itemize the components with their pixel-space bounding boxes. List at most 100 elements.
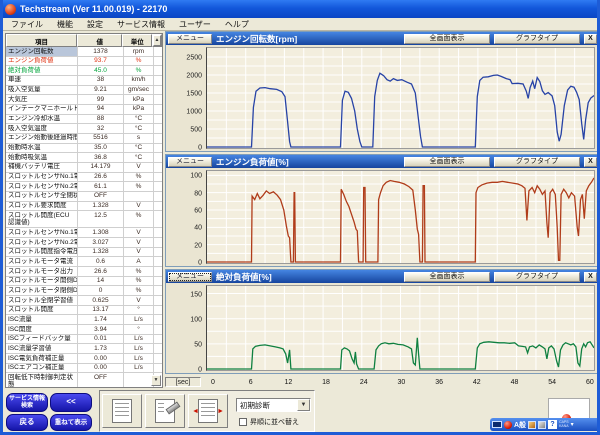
table-row[interactable]: エンジン負荷値93.7% bbox=[6, 57, 162, 67]
ime-minimize-icon[interactable]: ▾ bbox=[571, 421, 574, 428]
table-row[interactable]: スロットルセンサNo.2電圧3.027V bbox=[6, 238, 162, 248]
sort-ascending-checkbox[interactable] bbox=[239, 418, 247, 426]
window-title: Techstream (Ver 11.00.019) - 22170 bbox=[20, 4, 167, 14]
collapse-button[interactable]: << bbox=[50, 393, 92, 412]
row-value: 94 bbox=[78, 105, 124, 114]
row-label: 補機バッテリ電圧 bbox=[6, 163, 78, 172]
service-info-search-button[interactable]: サービス情報 検索 bbox=[6, 393, 48, 412]
list-view-button[interactable] bbox=[102, 394, 142, 428]
table-row[interactable]: エンジン始動後経過時間5516s bbox=[6, 134, 162, 144]
fullscreen-button[interactable]: 全画面表示 bbox=[404, 157, 490, 167]
table-row[interactable]: スロットルモータ閉側Duty比0% bbox=[6, 286, 162, 296]
menu-item-user[interactable]: ユーザー bbox=[179, 19, 211, 30]
row-label: スロットルセンサNo.1電圧 bbox=[6, 228, 78, 237]
row-label: スロットルモータ電流 bbox=[6, 257, 78, 266]
table-row[interactable]: スロットルセンサ全閉状態OFF bbox=[6, 192, 162, 202]
table-row[interactable]: スロットルセンサNo.2電圧比61.1% bbox=[6, 182, 162, 192]
dropdown-arrow-icon[interactable]: ▼ bbox=[297, 399, 310, 411]
table-row[interactable]: 吸入空気量9.21gm/sec bbox=[6, 86, 162, 96]
table-row[interactable]: ISC電気負荷補正量0.00L/s bbox=[6, 354, 162, 364]
chart-panel-load: メニュー エンジン負荷値[%] 全画面表示 グラフタイプ X 020406080… bbox=[165, 154, 600, 267]
table-row[interactable]: 車速38km/h bbox=[6, 76, 162, 86]
table-row[interactable]: スロットルモータ出力26.6% bbox=[6, 267, 162, 277]
record-save-button[interactable] bbox=[145, 394, 185, 428]
row-unit: km/h bbox=[124, 76, 154, 85]
title-bar[interactable]: Techstream (Ver 11.00.019) - 22170 bbox=[0, 0, 600, 18]
menu-item-service-info[interactable]: サービス情報 bbox=[117, 19, 165, 30]
table-row[interactable]: ISCエアコン補正量0.00L/s bbox=[6, 364, 162, 374]
table-row[interactable]: 回転低下時制御判定状態OFF bbox=[6, 373, 162, 387]
overlay-display-button[interactable]: 重ねて表示 bbox=[50, 414, 92, 431]
row-unit: V bbox=[124, 296, 154, 305]
graphtype-button[interactable]: グラフタイプ bbox=[494, 157, 580, 167]
row-value: 45.0 bbox=[78, 66, 124, 75]
plot-area-absload[interactable] bbox=[206, 285, 595, 371]
fullscreen-button[interactable]: 全画面表示 bbox=[404, 272, 490, 282]
graphtype-button[interactable]: グラフタイプ bbox=[494, 34, 580, 44]
table-row[interactable]: スロットル要求開度1.328V bbox=[6, 202, 162, 212]
table-row[interactable]: 絶対負荷値45.0% bbox=[6, 66, 162, 76]
table-row[interactable]: スロットルセンサNo.1電圧1.308V bbox=[6, 228, 162, 238]
chart-menu-button[interactable]: メニュー bbox=[168, 272, 212, 282]
menu-item-function[interactable]: 機能 bbox=[57, 19, 73, 30]
menu-item-settings[interactable]: 設定 bbox=[87, 19, 103, 30]
y-tick-label: 500 bbox=[190, 127, 202, 134]
table-row[interactable]: ISCフィードバック量0.01L/s bbox=[6, 335, 162, 345]
fullscreen-button[interactable]: 全画面表示 bbox=[404, 34, 490, 44]
chart-close-button[interactable]: X bbox=[584, 34, 597, 44]
back-button[interactable]: 戻る bbox=[6, 414, 48, 431]
row-unit: rpm bbox=[124, 47, 154, 56]
ime-ball-icon[interactable] bbox=[504, 421, 512, 429]
table-row[interactable]: ISC流量学習値1.73L/s bbox=[6, 344, 162, 354]
table-row[interactable]: エンジン冷却水温88°C bbox=[6, 115, 162, 125]
chart-menu-button[interactable]: メニュー bbox=[168, 157, 212, 167]
table-row[interactable]: スロットルセンサNo.1電圧比26.6% bbox=[6, 173, 162, 183]
y-tick-label: 100 bbox=[190, 173, 202, 180]
table-row[interactable]: スロットル開度指令電圧1.328V bbox=[6, 248, 162, 258]
techstream-window: Techstream (Ver 11.00.019) - 22170 ファイル 機… bbox=[0, 0, 600, 435]
row-value: 1.328 bbox=[78, 248, 124, 257]
keyboard-icon[interactable] bbox=[492, 421, 502, 428]
y-tick-label: 0 bbox=[198, 145, 202, 152]
table-row[interactable]: スロットル全閉学習値0.625V bbox=[6, 296, 162, 306]
scroll-down-button[interactable]: ▼ bbox=[151, 375, 161, 386]
compare-list-button[interactable]: ◄► bbox=[188, 394, 228, 428]
table-row[interactable]: スロットルモータ開側Duty比14% bbox=[6, 277, 162, 287]
y-tick-label: 60 bbox=[194, 208, 202, 215]
scroll-up-icon[interactable]: ▲ bbox=[153, 35, 161, 46]
menu-item-file[interactable]: ファイル bbox=[11, 19, 43, 30]
ime-tools-icon[interactable] bbox=[538, 421, 546, 429]
table-row[interactable]: 大気圧99kPa bbox=[6, 95, 162, 105]
ime-palette-icon[interactable] bbox=[528, 421, 536, 429]
table-row[interactable]: スロットル開度(ECU認識値)12.5% bbox=[6, 211, 162, 228]
diagnosis-mode-dropdown[interactable]: 初期診断 ▼ bbox=[236, 398, 311, 412]
table-row[interactable]: スロットル開度13.17° bbox=[6, 306, 162, 316]
time-tick-label: 60 bbox=[582, 379, 598, 386]
table-row[interactable]: ISC流量1.74L/s bbox=[6, 315, 162, 325]
y-tick-label: 40 bbox=[194, 225, 202, 232]
table-row[interactable]: インテークマニホールド圧94kPa bbox=[6, 105, 162, 115]
bottom-toolbar: サービス情報 検索 << 戻る 重ねて表示 ◄► 初期診断 ▼ 昇順に並べ替 bbox=[3, 388, 597, 432]
scroll-up-button[interactable]: ▲ bbox=[152, 34, 162, 47]
plot-area-rpm[interactable] bbox=[206, 47, 595, 149]
ime-mode-indicator[interactable]: A般 bbox=[514, 420, 526, 430]
row-value: 26.6 bbox=[78, 267, 124, 276]
table-row[interactable]: 吸入空気温度32°C bbox=[6, 124, 162, 134]
graphtype-button[interactable]: グラフタイプ bbox=[494, 272, 580, 282]
menu-item-help[interactable]: ヘルプ bbox=[225, 19, 249, 30]
table-row[interactable]: エンジン回転数1378rpm bbox=[6, 47, 162, 57]
plot-area-load[interactable] bbox=[206, 170, 595, 264]
table-row[interactable]: 補機バッテリ電圧14.179V bbox=[6, 163, 162, 173]
table-row[interactable]: ISC開度3.94° bbox=[6, 325, 162, 335]
row-label: スロットルセンサ全閉状態 bbox=[6, 192, 78, 201]
table-row[interactable]: 始動時吸気温36.8°C bbox=[6, 153, 162, 163]
row-unit: % bbox=[124, 57, 154, 66]
chart-close-button[interactable]: X bbox=[584, 157, 597, 167]
chart-menu-button[interactable]: メニュー bbox=[168, 34, 212, 44]
table-row[interactable]: スロットルモータ電流0.6A bbox=[6, 257, 162, 267]
row-value: 3.027 bbox=[78, 238, 124, 247]
chart-close-button[interactable]: X bbox=[584, 272, 597, 282]
ime-help-button[interactable]: ? bbox=[548, 420, 557, 429]
row-value: 14 bbox=[78, 277, 124, 286]
table-row[interactable]: 始動時水温35.0°C bbox=[6, 144, 162, 154]
